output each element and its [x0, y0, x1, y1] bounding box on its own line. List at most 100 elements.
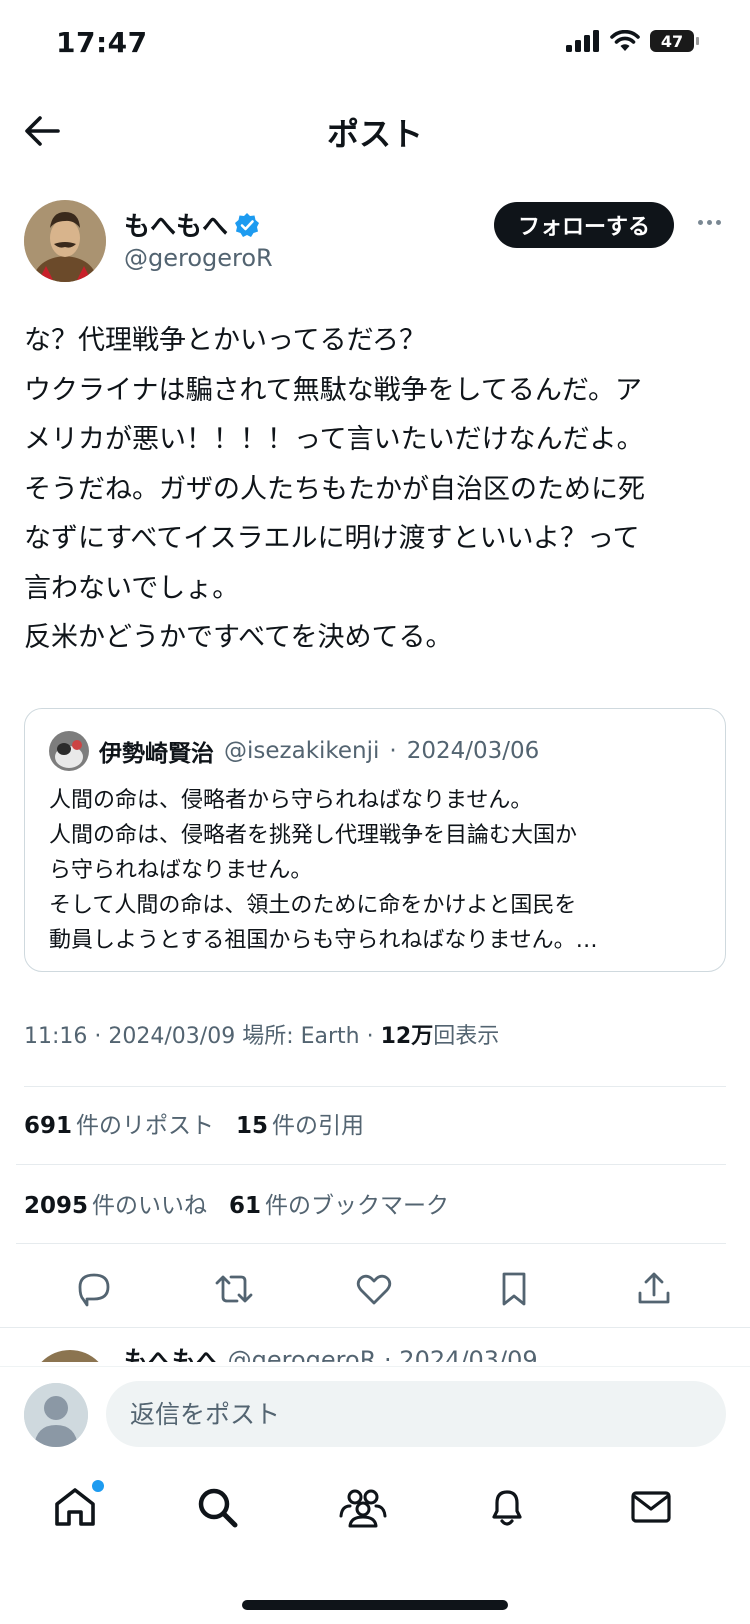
likes-stat[interactable]: 2095 件のいいね: [24, 1186, 207, 1220]
mail-icon: [631, 1491, 671, 1523]
author-handle[interactable]: @gerogeroR: [124, 244, 273, 272]
quoted-post-date: 2024/03/06: [406, 738, 540, 764]
share-button[interactable]: [632, 1267, 676, 1311]
meta-separator: ·: [94, 1024, 109, 1049]
status-time: 17:47: [56, 26, 148, 59]
views-label: 回表示: [433, 1024, 500, 1049]
post-text-line: な？代理戦争とかいってるだろ？: [24, 325, 427, 356]
next-post-preview[interactable]: もへもへ @gerogeroR · 2024/03/09: [24, 1338, 726, 1362]
home-notification-dot: [92, 1480, 104, 1492]
author-name[interactable]: もへもへ: [124, 206, 260, 243]
bookmarks-label: 件のブックマーク: [265, 1193, 450, 1219]
post-date: 2024/03/09: [108, 1024, 236, 1049]
next-post-avatar: [30, 1350, 110, 1362]
more-dot-icon: [715, 219, 721, 225]
divider: [24, 1086, 726, 1087]
quoted-separator: ·: [389, 738, 397, 764]
quoted-post-header: 伊勢崎賢治 @isezakikenji · 2024/03/06: [49, 731, 539, 771]
bookmarks-stat[interactable]: 61 件のブックマーク: [229, 1186, 449, 1220]
quoted-text-line: 動員しようとする祖国からも守られねばなりません。…: [49, 928, 598, 953]
post-text-line: 反米かどうかですべてを決めてる。: [24, 622, 453, 653]
more-dot-icon: [697, 219, 703, 225]
communities-icon: [339, 1489, 387, 1528]
heart-icon: [356, 1274, 392, 1305]
reply-button[interactable]: [72, 1267, 116, 1311]
likes-label: 件のいいね: [92, 1193, 208, 1219]
post-author: もへもへ @gerogeroR フォローする: [24, 200, 726, 282]
my-avatar[interactable]: [24, 1383, 88, 1447]
quoted-author-avatar: [49, 731, 89, 771]
post-time: 11:16: [24, 1024, 88, 1049]
more-dot-icon: [706, 219, 712, 225]
post-action-bar: [0, 1255, 750, 1325]
quotes-label: 件の引用: [272, 1113, 365, 1139]
likes-count: 2095: [24, 1193, 89, 1219]
post-text: な？代理戦争とかいってるだろ？ ウクライナは騙されて無駄な戦争をしてるんだ。ア …: [24, 316, 714, 663]
battery-icon: 47: [650, 30, 699, 52]
like-button[interactable]: [352, 1267, 396, 1311]
home-indicator: [242, 1600, 508, 1610]
bookmarks-count: 61: [229, 1193, 262, 1219]
divider: [16, 1243, 726, 1244]
status-bar: 17:47 47: [0, 0, 750, 90]
post-text-line: 言わないでしょ。: [24, 572, 240, 604]
verified-badge-icon: [235, 212, 260, 237]
repost-button[interactable]: [212, 1267, 256, 1311]
search-icon: [198, 1488, 238, 1528]
bookmark-icon: [502, 1272, 526, 1306]
wifi-icon: [610, 30, 640, 51]
quoted-text-line: そして人間の命は、領土のために命をかけよと国民を: [49, 893, 577, 918]
reply-input[interactable]: [106, 1381, 726, 1447]
reply-composer: [0, 1366, 750, 1460]
home-icon: [55, 1488, 95, 1526]
more-options-button[interactable]: [694, 212, 724, 232]
tab-messages[interactable]: [626, 1482, 676, 1532]
quoted-text-line: 人間の命は、侵略者を挑発し代理戦争を目論む大国か: [49, 823, 578, 848]
next-post-header: もへもへ @gerogeroR · 2024/03/09: [124, 1340, 538, 1362]
post-meta: 11:16 · 2024/03/09 場所: Earth · 12万回表示: [24, 1018, 499, 1050]
tab-home[interactable]: [50, 1480, 104, 1532]
share-icon: [638, 1272, 670, 1304]
quoted-author-name: 伊勢崎賢治: [99, 741, 214, 767]
quotes-stat[interactable]: 15 件の引用: [236, 1106, 364, 1140]
post-text-line: ウクライナは騙されて無駄な戦争をしてるんだ。ア: [24, 374, 643, 406]
quoted-author-handle: @isezakikenji: [224, 738, 380, 764]
repost-stats-row: 691 件のリポスト 15 件の引用: [24, 1106, 364, 1140]
status-icons: 47: [566, 30, 699, 52]
reposts-label: 件のリポスト: [76, 1113, 215, 1139]
battery-level: 47: [660, 31, 684, 51]
post-text-line: メリカが悪い！！！！って言いたいだけなんだよ。: [24, 424, 644, 455]
quoted-post-card[interactable]: 伊勢崎賢治 @isezakikenji · 2024/03/06 人間の命は、侵…: [24, 708, 726, 972]
reply-icon: [78, 1273, 110, 1307]
next-post-author: もへもへ: [124, 1346, 220, 1362]
bookmark-button[interactable]: [492, 1267, 536, 1311]
reposts-count: 691: [24, 1113, 73, 1139]
nav-header: ポスト: [0, 95, 750, 171]
reposts-stat[interactable]: 691 件のリポスト: [24, 1106, 214, 1140]
tab-notifications[interactable]: [482, 1482, 532, 1532]
divider: [0, 1327, 750, 1328]
bell-icon: [492, 1490, 522, 1526]
quoted-post-text: 人間の命は、侵略者から守られねばなりません。 人間の命は、侵略者を挑発し代理戦争…: [49, 783, 709, 958]
follow-button[interactable]: フォローする: [493, 202, 674, 248]
quoted-text-line: ら守られねばなりません。: [49, 858, 313, 883]
views-count: 12万: [380, 1024, 434, 1049]
author-avatar[interactable]: [24, 200, 106, 282]
meta-separator: ·: [366, 1024, 381, 1049]
quotes-count: 15: [236, 1113, 269, 1139]
like-stats-row: 2095 件のいいね 61 件のブックマーク: [24, 1186, 449, 1220]
next-post-date: 2024/03/09: [399, 1346, 538, 1362]
quoted-text-line: 人間の命は、侵略者から守られねばなりません。: [49, 788, 533, 813]
divider: [16, 1164, 726, 1165]
page-title: ポスト: [326, 115, 423, 153]
post-location: 場所: Earth: [242, 1024, 360, 1049]
tab-communities[interactable]: [338, 1482, 388, 1532]
next-post-separator: ·: [384, 1346, 392, 1362]
bottom-tab-bar: [0, 1460, 750, 1560]
tab-search[interactable]: [192, 1482, 242, 1532]
next-post-handle: @gerogeroR: [227, 1346, 377, 1362]
author-name-text: もへもへ: [124, 212, 229, 242]
repost-icon: [215, 1275, 253, 1303]
post-text-line: なずにすべてイスラエルに明け渡すといいよ？って: [24, 523, 640, 554]
cellular-signal-icon: [566, 30, 599, 52]
